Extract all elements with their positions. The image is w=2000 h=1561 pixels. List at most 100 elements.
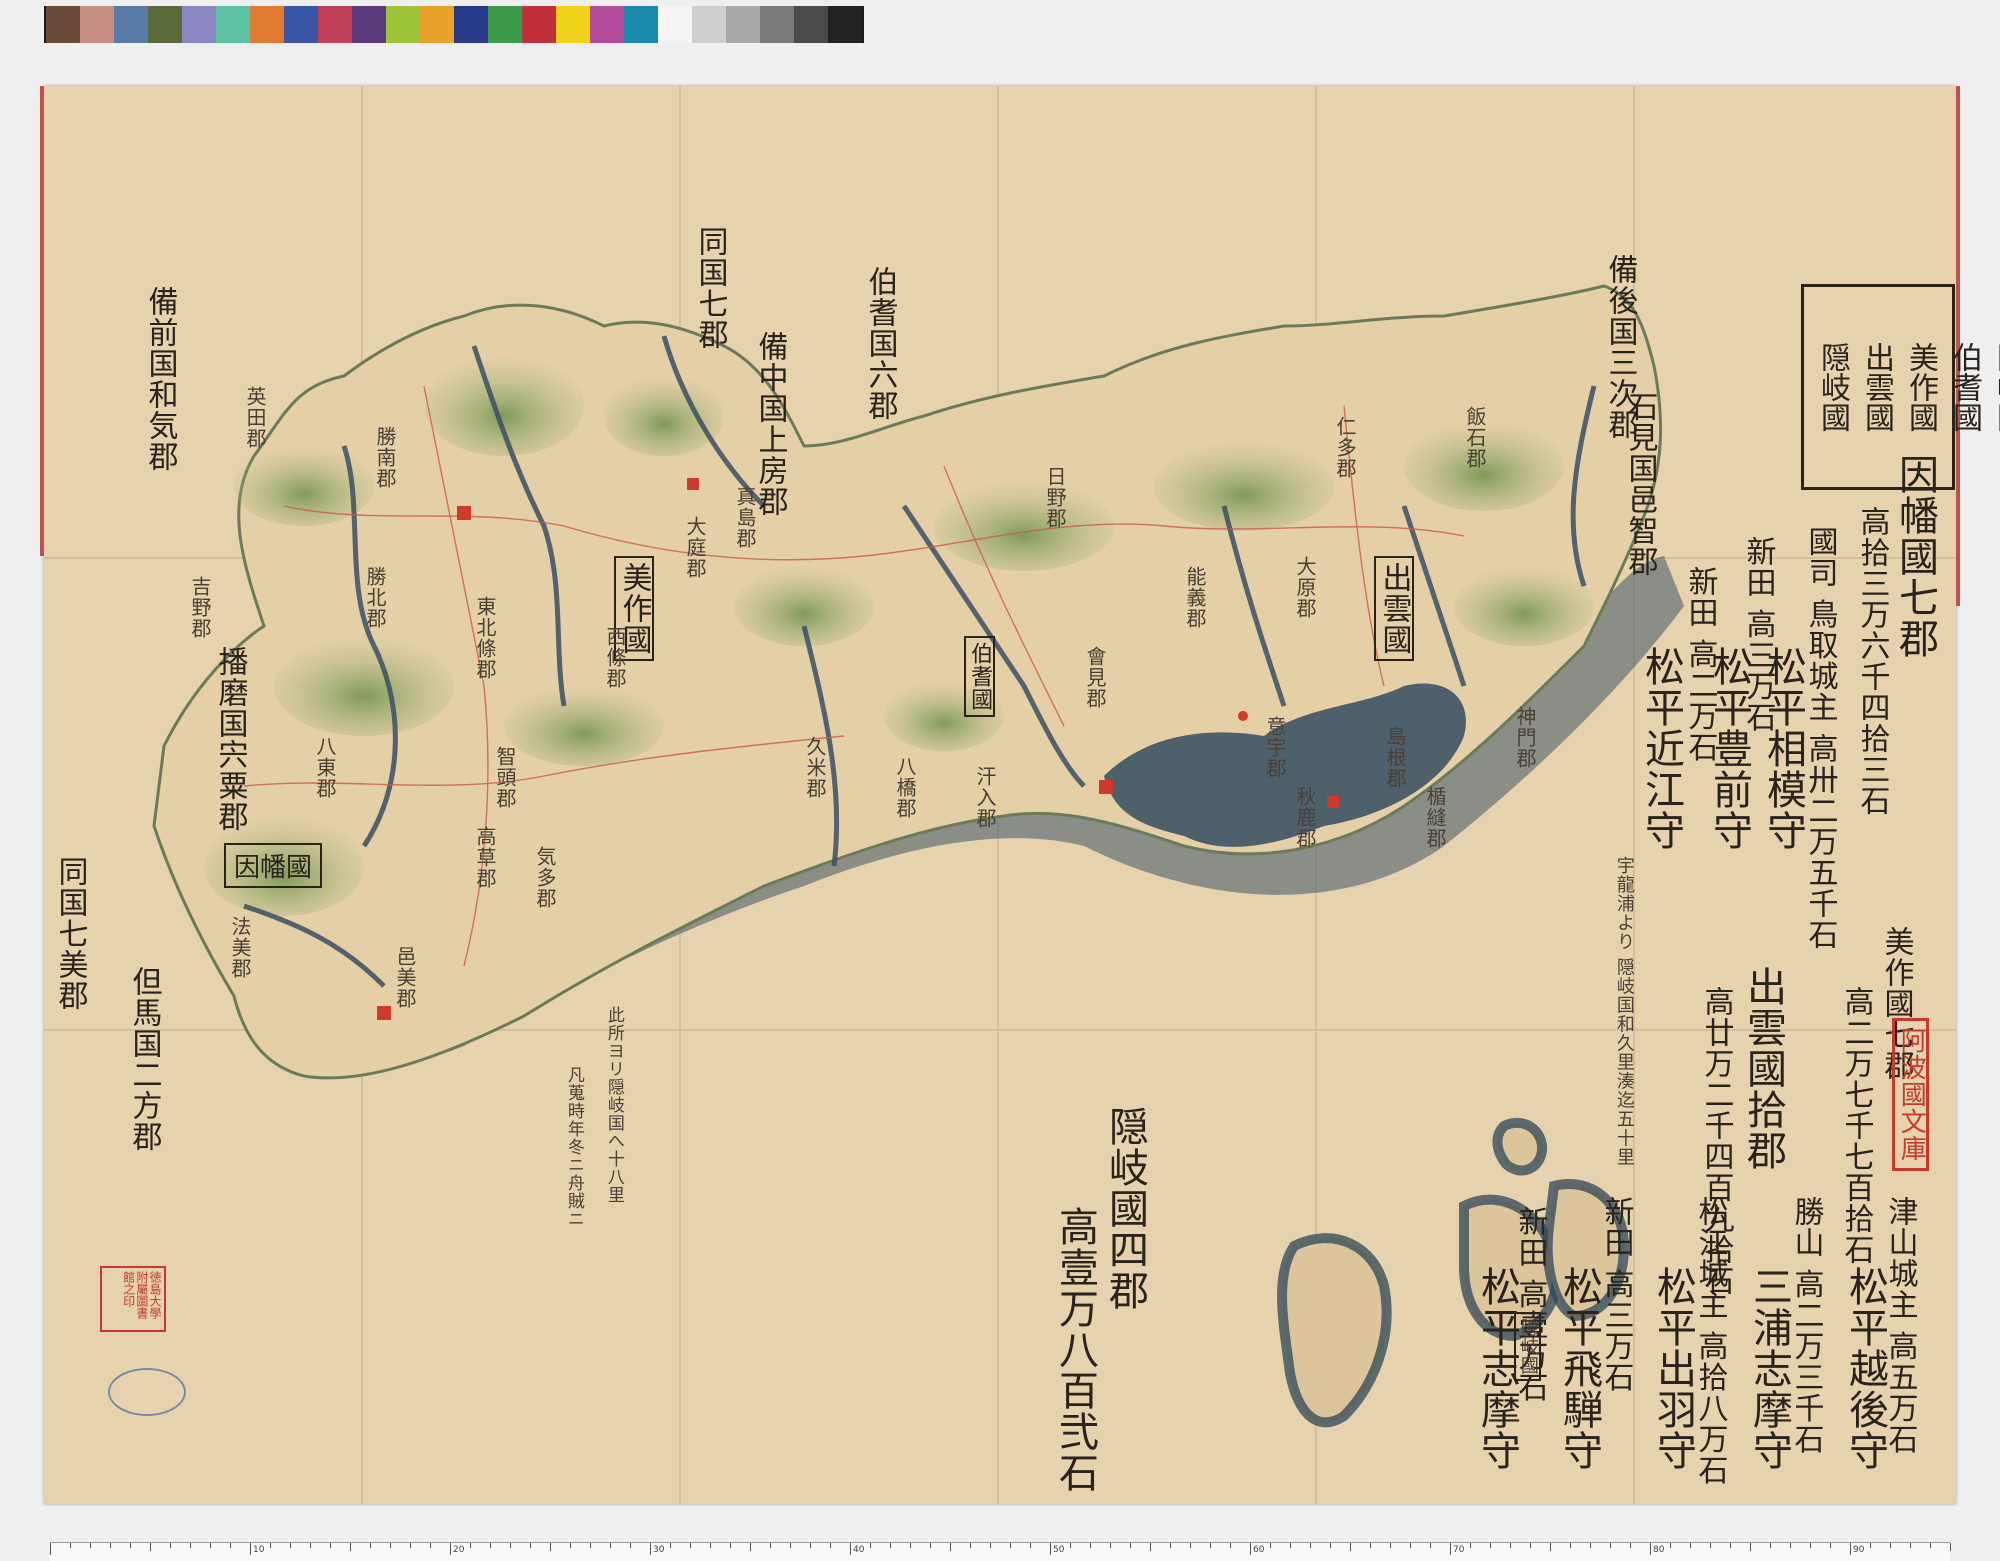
ruler-tick: [890, 1543, 891, 1548]
ruler-tick: [1830, 1543, 1831, 1548]
ruler-tick: [1890, 1543, 1891, 1548]
color-swatch: [590, 6, 624, 43]
ruler-tick: [1050, 1543, 1051, 1555]
ruler-tick: [1230, 1543, 1231, 1548]
stamp-awa-bunko: 阿波國文庫: [1892, 1018, 1930, 1171]
ruler-tick: [1190, 1543, 1191, 1548]
ruler-tick: [590, 1543, 591, 1548]
scale-ruler: 10 20 30 40 50 60 70 80 90: [50, 1542, 1951, 1561]
province-inaba: 因幡國: [234, 853, 313, 883]
district-label: 勝南郡: [373, 426, 397, 489]
ruler-tick: [190, 1543, 191, 1548]
ruler-tick: [1490, 1543, 1491, 1548]
district-label: 八東郡: [313, 736, 337, 799]
ruler-label: 90: [1853, 1545, 1865, 1555]
color-swatch: [454, 6, 488, 43]
ruler-tick: [1010, 1543, 1011, 1548]
ruler-tick: [150, 1543, 151, 1551]
ruler-tick: [1450, 1543, 1451, 1555]
ruler-tick: [490, 1543, 491, 1548]
ruler-label: 20: [453, 1545, 465, 1555]
ruler-tick: [1610, 1543, 1611, 1548]
ruler-tick: [1510, 1543, 1511, 1548]
note-oki-distance: 宇龍浦より 隠岐国和久里湊迄五十里: [1613, 856, 1635, 1167]
ruler-tick: [1690, 1543, 1691, 1548]
library-accession-stamp: [108, 1368, 186, 1416]
summary-katsuyama-lord: 三浦志摩守: [1746, 1266, 1792, 1471]
ruler-tick: [1810, 1543, 1811, 1548]
ruler-tick: [770, 1543, 771, 1548]
ruler-tick: [970, 1543, 971, 1548]
ruler-tick: [1290, 1543, 1291, 1548]
district-label: 大庭郡: [683, 516, 707, 579]
summary-hida-lord: 松平飛騨守: [1556, 1266, 1602, 1471]
ruler-tick: [50, 1543, 51, 1555]
district-label: 汗入郡: [973, 766, 997, 829]
color-swatch: [352, 6, 386, 43]
summary-inaba-castle: 國司 鳥取城主 高卅二万五千石: [1802, 526, 1838, 951]
color-swatch: [216, 6, 250, 43]
ruler-tick: [630, 1543, 631, 1548]
ruler-tick: [370, 1543, 371, 1548]
ruler-tick: [1650, 1543, 1651, 1555]
ruler-tick: [1330, 1543, 1331, 1548]
color-swatch: [794, 6, 828, 43]
color-swatch: [250, 6, 284, 43]
ruler-tick: [1470, 1543, 1471, 1548]
ruler-tick: [1390, 1543, 1391, 1548]
legend-item: 美作國: [1903, 342, 1938, 432]
ruler-tick: [790, 1543, 791, 1548]
ruler-tick: [1710, 1543, 1711, 1548]
ruler-tick: [170, 1543, 171, 1548]
ruler-tick: [430, 1543, 431, 1548]
neighbor-bizen: 備前国和気郡: [142, 286, 178, 472]
ruler-tick: [210, 1543, 211, 1548]
district-label: 西條郡: [603, 626, 627, 689]
ruler-tick: [1150, 1543, 1151, 1551]
ruler-tick: [110, 1543, 111, 1548]
ruler-tick: [1250, 1543, 1251, 1555]
color-swatch: [658, 6, 692, 43]
ruler-tick: [1750, 1543, 1751, 1551]
note-sea-2: 凡蒐時年冬ニ舟賊ニ: [563, 1066, 584, 1228]
ruler-tick: [1570, 1543, 1571, 1548]
legend-item: 隠岐國: [1815, 342, 1850, 432]
neighbor-bicchu: 備中国上房郡: [752, 331, 788, 517]
summary-mimasaka-koku: 高二万七千七百拾石: [1838, 986, 1874, 1265]
summary-tsuyama: 津山城主 高五万石: [1882, 1196, 1918, 1455]
color-swatch: [46, 6, 80, 43]
province-izumo: 出雲國: [1376, 562, 1412, 655]
district-label: 會見郡: [1083, 646, 1107, 709]
ruler-tick: [1930, 1543, 1931, 1548]
color-swatch: [182, 6, 216, 43]
district-label: 高草郡: [473, 826, 497, 889]
legend-item: 出雲國: [1859, 342, 1894, 432]
province-oki: 隠岐國: [1517, 1318, 1539, 1375]
ruler-tick: [250, 1543, 251, 1555]
ruler-tick: [230, 1543, 231, 1548]
ruler-tick: [710, 1543, 711, 1548]
color-swatch: [488, 6, 522, 43]
ruler-label: 80: [1653, 1545, 1665, 1555]
legend-item: 因幡國: [1991, 342, 2000, 432]
summary-oki-koku: 高壹万八百弐石: [1052, 1206, 1098, 1493]
district-label: 真島郡: [733, 486, 757, 549]
ruler-tick: [670, 1543, 671, 1548]
district-label: 神門郡: [1513, 706, 1537, 769]
legend-item: 伯耆國: [1947, 342, 1982, 432]
ruler-tick: [1350, 1543, 1351, 1551]
ruler-tick: [1370, 1543, 1371, 1548]
ruler-tick: [470, 1543, 471, 1548]
ruler-tick: [390, 1543, 391, 1548]
color-swatch: [692, 6, 726, 43]
district-label: 意宇郡: [1263, 716, 1287, 779]
summary-matsue-lord: 松平出羽守: [1650, 1266, 1696, 1471]
summary-shima-lord: 松平志摩守: [1474, 1266, 1520, 1471]
neighbor-harima: 播磨国宍粟郡: [212, 646, 248, 832]
map-sheet: 因幡國 伯耆國 美作國 出雲國 隠岐國 因幡國七郡 高拾三万六千四拾三石 國司 鳥取城主…: [40, 86, 2000, 1504]
district-label: 飯石郡: [1463, 406, 1487, 469]
ruler-tick: [1030, 1543, 1031, 1548]
neighbor-hoki-note: 伯耆国六郡: [862, 266, 898, 421]
province-hoki: 伯耆國: [967, 642, 993, 711]
color-swatch: [80, 6, 114, 43]
